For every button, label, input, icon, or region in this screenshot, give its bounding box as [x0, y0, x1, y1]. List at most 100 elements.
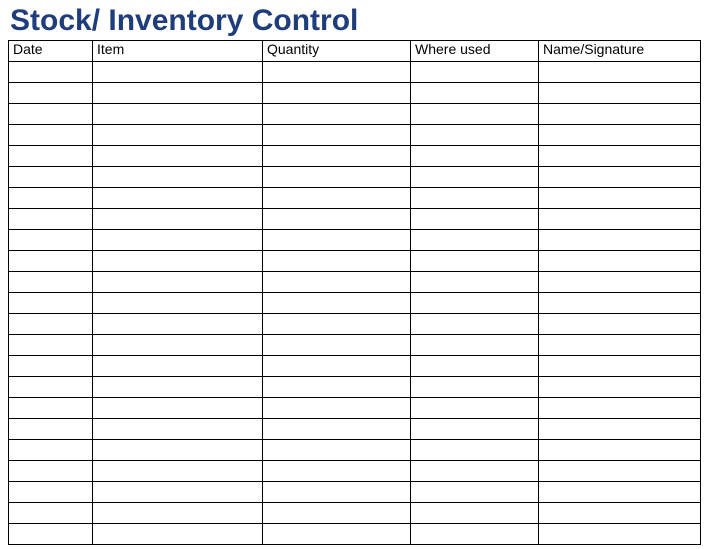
cell-where [411, 524, 539, 545]
cell-item [93, 146, 263, 167]
cell-quantity [263, 125, 411, 146]
cell-signature [539, 419, 701, 440]
cell-date [9, 167, 93, 188]
table-row [9, 251, 701, 272]
cell-item [93, 167, 263, 188]
cell-signature [539, 272, 701, 293]
table-row [9, 377, 701, 398]
cell-quantity [263, 146, 411, 167]
cell-signature [539, 356, 701, 377]
cell-quantity [263, 398, 411, 419]
cell-date [9, 335, 93, 356]
cell-item [93, 377, 263, 398]
table-row [9, 356, 701, 377]
cell-where [411, 440, 539, 461]
cell-item [93, 251, 263, 272]
table-row [9, 146, 701, 167]
cell-quantity [263, 440, 411, 461]
cell-signature [539, 293, 701, 314]
table-row [9, 314, 701, 335]
cell-date [9, 104, 93, 125]
cell-quantity [263, 524, 411, 545]
table-row [9, 104, 701, 125]
cell-signature [539, 503, 701, 524]
cell-item [93, 188, 263, 209]
cell-date [9, 482, 93, 503]
cell-item [93, 461, 263, 482]
cell-quantity [263, 209, 411, 230]
cell-item [93, 482, 263, 503]
cell-date [9, 461, 93, 482]
cell-quantity [263, 272, 411, 293]
cell-signature [539, 146, 701, 167]
header-signature: Name/Signature [539, 41, 701, 62]
cell-signature [539, 251, 701, 272]
cell-signature [539, 62, 701, 83]
cell-signature [539, 230, 701, 251]
cell-signature [539, 125, 701, 146]
table-row [9, 167, 701, 188]
page-title: Stock/ Inventory Control [8, 4, 700, 38]
cell-quantity [263, 419, 411, 440]
cell-quantity [263, 251, 411, 272]
cell-item [93, 335, 263, 356]
table-row [9, 440, 701, 461]
cell-item [93, 293, 263, 314]
cell-signature [539, 377, 701, 398]
table-row [9, 188, 701, 209]
cell-date [9, 188, 93, 209]
cell-where [411, 461, 539, 482]
cell-date [9, 356, 93, 377]
cell-signature [539, 524, 701, 545]
cell-item [93, 272, 263, 293]
header-where-used: Where used [411, 41, 539, 62]
cell-quantity [263, 83, 411, 104]
cell-quantity [263, 503, 411, 524]
cell-where [411, 377, 539, 398]
cell-item [93, 209, 263, 230]
cell-date [9, 293, 93, 314]
cell-where [411, 188, 539, 209]
cell-quantity [263, 62, 411, 83]
cell-item [93, 419, 263, 440]
cell-quantity [263, 482, 411, 503]
cell-date [9, 524, 93, 545]
cell-date [9, 251, 93, 272]
cell-where [411, 167, 539, 188]
cell-signature [539, 461, 701, 482]
table-row [9, 503, 701, 524]
cell-signature [539, 167, 701, 188]
cell-signature [539, 335, 701, 356]
table-row [9, 335, 701, 356]
cell-where [411, 356, 539, 377]
cell-date [9, 230, 93, 251]
table-row [9, 62, 701, 83]
table-row [9, 230, 701, 251]
cell-quantity [263, 461, 411, 482]
cell-quantity [263, 188, 411, 209]
cell-date [9, 398, 93, 419]
cell-date [9, 419, 93, 440]
cell-date [9, 83, 93, 104]
cell-quantity [263, 314, 411, 335]
cell-item [93, 440, 263, 461]
cell-where [411, 335, 539, 356]
table-row [9, 125, 701, 146]
cell-where [411, 482, 539, 503]
cell-item [93, 503, 263, 524]
cell-item [93, 83, 263, 104]
cell-where [411, 293, 539, 314]
cell-signature [539, 398, 701, 419]
cell-item [93, 62, 263, 83]
cell-where [411, 314, 539, 335]
table-row [9, 398, 701, 419]
cell-item [93, 314, 263, 335]
header-date: Date [9, 41, 93, 62]
table-row [9, 209, 701, 230]
cell-where [411, 230, 539, 251]
table-row [9, 83, 701, 104]
cell-item [93, 356, 263, 377]
table-row [9, 272, 701, 293]
cell-where [411, 251, 539, 272]
cell-where [411, 62, 539, 83]
